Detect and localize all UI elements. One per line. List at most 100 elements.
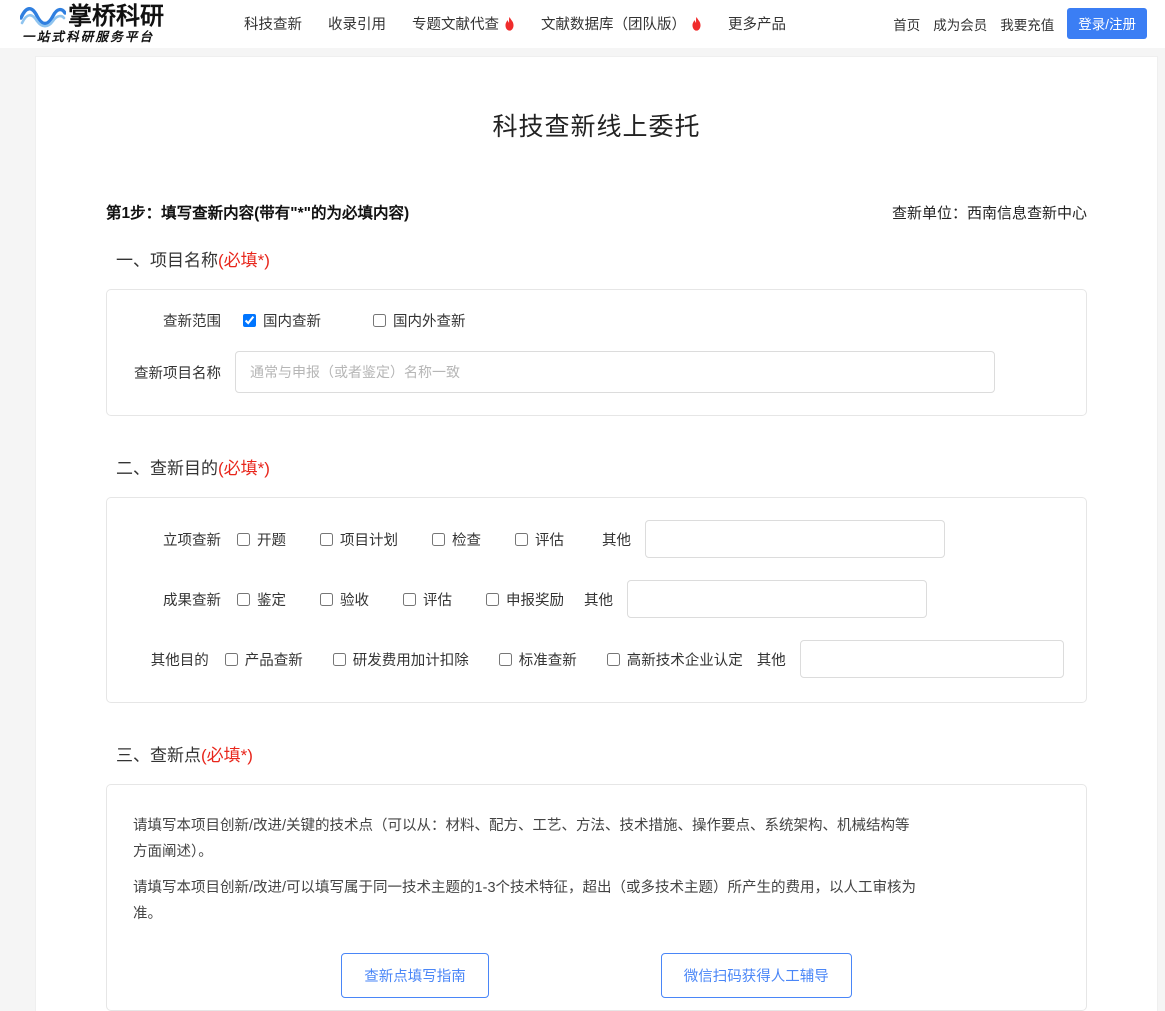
- form-container: 第1步：填写查新内容(带有"*"的为必填内容) 查新单位：西南信息查新中心 一、…: [36, 201, 1157, 1011]
- nav-label: 文献数据库（团队版）: [541, 13, 686, 34]
- checkbox-biaozhun-chaxin[interactable]: 标准查新: [499, 649, 577, 670]
- nav-item-become-member[interactable]: 成为会员: [933, 14, 987, 34]
- section-2-required-mark: (必填*): [218, 459, 270, 478]
- other-input-row3[interactable]: [800, 640, 1064, 678]
- purpose-row-other: 其他目的 产品查新 研发费用加计扣除 标准查新: [129, 640, 1064, 678]
- purpose-row-achievement: 成果查新 鉴定 验收 评估: [129, 580, 1064, 618]
- nav-item-zhuanti-wenxian-daicha[interactable]: 专题文献代查: [412, 13, 515, 34]
- nav-item-shoulu-yinyong[interactable]: 收录引用: [328, 13, 386, 34]
- checkbox-jianding-label: 鉴定: [257, 589, 286, 610]
- content-card: 科技查新线上委托 第1步：填写查新内容(带有"*"的为必填内容) 查新单位：西南…: [35, 56, 1158, 1011]
- scope-row: 查新范围 国内查新 国内外查新: [129, 310, 1064, 331]
- section-3-heading: 三、查新点(必填*): [116, 741, 1087, 766]
- checkbox-jianding-input[interactable]: [237, 593, 250, 606]
- other-label-row1: 其他: [602, 529, 631, 550]
- nav-label: 收录引用: [328, 13, 386, 34]
- checkbox-pinggu-1[interactable]: 评估: [515, 529, 564, 550]
- section-2-panel: 立项查新 开题 项目计划 检查: [106, 497, 1087, 703]
- section-2-heading: 二、查新目的(必填*): [116, 454, 1087, 479]
- checkbox-kaiti-input[interactable]: [237, 533, 250, 546]
- checkbox-chanpin-chaxin[interactable]: 产品查新: [225, 649, 303, 670]
- site-logo[interactable]: 掌桥科研 一站式科研服务平台: [20, 4, 210, 44]
- purpose-checkbox-group: 产品查新 研发费用加计扣除 标准查新 高新技术企业认定: [225, 649, 743, 670]
- search-point-guide-button[interactable]: 查新点填写指南: [341, 953, 489, 998]
- header-right-nav: 首页 成为会员 我要充值 登录/注册: [893, 8, 1147, 39]
- scope-checkbox-group: 国内查新 国内外查新: [243, 310, 492, 331]
- checkbox-jiancha[interactable]: 检查: [432, 529, 481, 550]
- checkbox-chanpin-chaxin-label: 产品查新: [245, 649, 303, 670]
- project-name-row: 查新项目名称: [129, 351, 1064, 393]
- checkbox-domestic-search[interactable]: 国内查新: [243, 310, 321, 331]
- checkbox-pinggu-2-label: 评估: [423, 589, 452, 610]
- checkbox-shenbao-jiangli-input[interactable]: [486, 593, 499, 606]
- checkbox-domestic-overseas-search-label: 国内外查新: [393, 310, 466, 331]
- checkbox-shenbao-jiangli[interactable]: 申报奖励: [486, 589, 564, 610]
- purpose-row-label: 其他目的: [129, 649, 209, 670]
- section-1-heading-text: 一、项目名称: [116, 251, 218, 270]
- project-name-input[interactable]: [235, 351, 995, 393]
- checkbox-gaoxin-rending[interactable]: 高新技术企业认定: [607, 649, 743, 670]
- section-3-required-mark: (必填*): [201, 746, 253, 765]
- section-3-panel: 请填写本项目创新/改进/关键的技术点（可以从：材料、配方、工艺、方法、技术措施、…: [106, 784, 1087, 1011]
- checkbox-xiangmu-jihua[interactable]: 项目计划: [320, 529, 398, 550]
- checkbox-jianding[interactable]: 鉴定: [237, 589, 286, 610]
- checkbox-pinggu-1-input[interactable]: [515, 533, 528, 546]
- other-label-row3: 其他: [757, 649, 786, 670]
- nav-item-keji-chaxin[interactable]: 科技查新: [244, 13, 302, 34]
- checkbox-yanshou-label: 验收: [340, 589, 369, 610]
- checkbox-kaiti[interactable]: 开题: [237, 529, 286, 550]
- section-1-heading: 一、项目名称(必填*): [116, 246, 1087, 271]
- checkbox-domestic-overseas-search[interactable]: 国内外查新: [373, 310, 466, 331]
- purpose-row-project-approval: 立项查新 开题 项目计划 检查: [129, 520, 1064, 558]
- section-3-heading-text: 三、查新点: [116, 746, 201, 765]
- logo-tagline: 一站式科研服务平台: [20, 31, 164, 44]
- primary-nav: 科技查新 收录引用 专题文献代查 文献数据库（团队版） 更多产品: [244, 13, 786, 34]
- other-input-row1[interactable]: [645, 520, 945, 558]
- nav-label: 专题文献代查: [412, 13, 499, 34]
- section-1-panel: 查新范围 国内查新 国内外查新 查新项目名称: [106, 289, 1087, 416]
- wechat-scan-support-button[interactable]: 微信扫码获得人工辅导: [661, 953, 852, 998]
- checkbox-yanshou-input[interactable]: [320, 593, 333, 606]
- section-1-required-mark: (必填*): [218, 251, 270, 270]
- flame-icon: [504, 17, 515, 31]
- scope-label: 查新范围: [129, 310, 221, 331]
- checkbox-yanshou[interactable]: 验收: [320, 589, 369, 610]
- nav-item-home[interactable]: 首页: [893, 14, 920, 34]
- checkbox-jiancha-label: 检查: [452, 529, 481, 550]
- step-header-row: 第1步：填写查新内容(带有"*"的为必填内容) 查新单位：西南信息查新中心: [106, 201, 1087, 223]
- checkbox-domestic-overseas-search-input[interactable]: [373, 314, 386, 327]
- checkbox-yanfa-feiyong[interactable]: 研发费用加计扣除: [333, 649, 469, 670]
- checkbox-gaoxin-rending-input[interactable]: [607, 653, 620, 666]
- checkbox-kaiti-label: 开题: [257, 529, 286, 550]
- nav-item-gengduo-chanpin[interactable]: 更多产品: [728, 13, 786, 34]
- checkbox-jiancha-input[interactable]: [432, 533, 445, 546]
- checkbox-yanfa-feiyong-label: 研发费用加计扣除: [353, 649, 469, 670]
- logo-text: 掌桥科研: [68, 4, 164, 28]
- other-label-row2: 其他: [584, 589, 613, 610]
- checkbox-biaozhun-chaxin-input[interactable]: [499, 653, 512, 666]
- nav-label: 科技查新: [244, 13, 302, 34]
- nav-item-recharge[interactable]: 我要充值: [1000, 14, 1054, 34]
- purpose-row-label: 成果查新: [129, 589, 221, 610]
- section-2-heading-text: 二、查新目的: [116, 459, 218, 478]
- flame-icon: [691, 17, 702, 31]
- search-point-button-row: 查新点填写指南 微信扫码获得人工辅导: [123, 953, 1070, 1002]
- hint-paragraph-1: 请填写本项目创新/改进/关键的技术点（可以从：材料、配方、工艺、方法、技术措施、…: [133, 813, 923, 865]
- checkbox-chanpin-chaxin-input[interactable]: [225, 653, 238, 666]
- purpose-row-label: 立项查新: [129, 529, 221, 550]
- nav-item-wenxian-shujuku[interactable]: 文献数据库（团队版）: [541, 13, 702, 34]
- login-register-button[interactable]: 登录/注册: [1067, 8, 1147, 39]
- other-input-row2[interactable]: [627, 580, 927, 618]
- checkbox-xiangmu-jihua-input[interactable]: [320, 533, 333, 546]
- checkbox-domestic-search-input[interactable]: [243, 314, 256, 327]
- search-unit-info: 查新单位：西南信息查新中心: [892, 202, 1087, 223]
- site-header: 掌桥科研 一站式科研服务平台 科技查新 收录引用 专题文献代查 文献数据库（团队…: [0, 0, 1165, 48]
- checkbox-pinggu-2-input[interactable]: [403, 593, 416, 606]
- checkbox-yanfa-feiyong-input[interactable]: [333, 653, 346, 666]
- checkbox-pinggu-2[interactable]: 评估: [403, 589, 452, 610]
- checkbox-gaoxin-rending-label: 高新技术企业认定: [627, 649, 743, 670]
- checkbox-xiangmu-jihua-label: 项目计划: [340, 529, 398, 550]
- purpose-checkbox-group: 开题 项目计划 检查 评估: [237, 529, 564, 550]
- step-title: 第1步：填写查新内容(带有"*"的为必填内容): [106, 201, 409, 223]
- project-name-label: 查新项目名称: [129, 362, 221, 383]
